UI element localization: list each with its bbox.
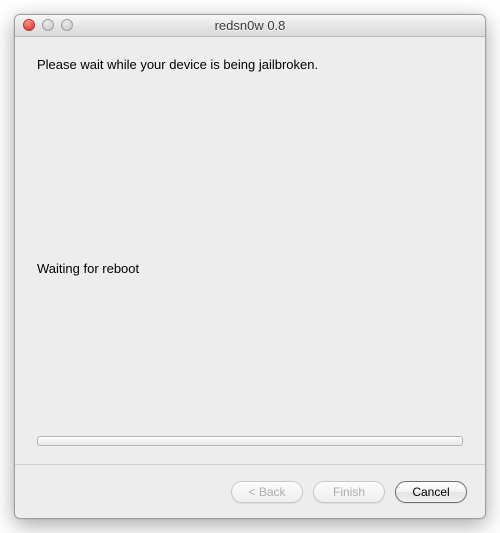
footer: < Back Finish Cancel (15, 464, 485, 518)
zoom-icon (61, 19, 73, 31)
minimize-icon (42, 19, 54, 31)
finish-button: Finish (313, 481, 385, 503)
app-window: redsn0w 0.8 Please wait while your devic… (14, 14, 486, 519)
content-area: Please wait while your device is being j… (15, 37, 485, 464)
back-button: < Back (231, 481, 303, 503)
close-icon[interactable] (23, 19, 35, 31)
titlebar: redsn0w 0.8 (15, 15, 485, 37)
window-controls (23, 19, 73, 31)
window-title: redsn0w 0.8 (215, 18, 286, 33)
progress-bar (37, 436, 463, 446)
cancel-button[interactable]: Cancel (395, 481, 467, 503)
instruction-text: Please wait while your device is being j… (37, 57, 463, 72)
status-text: Waiting for reboot (37, 261, 139, 276)
